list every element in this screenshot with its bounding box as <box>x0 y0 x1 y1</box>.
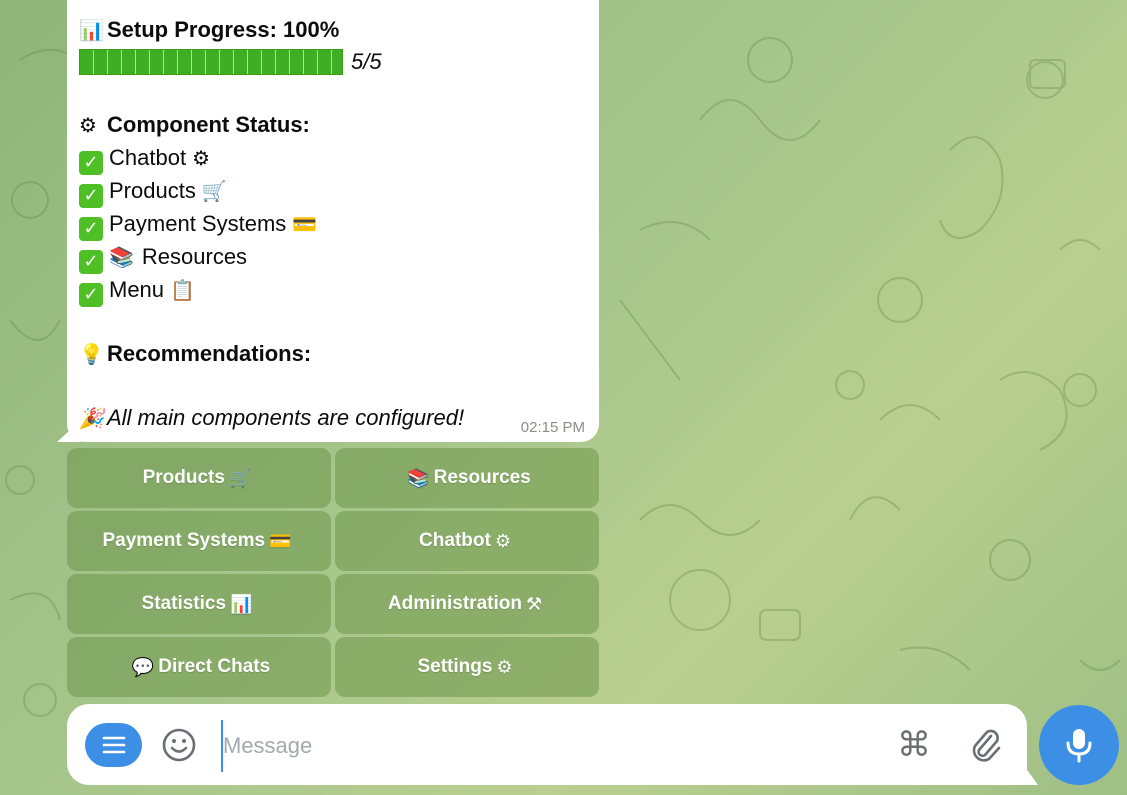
status-heading: ⚙ Component Status: <box>79 109 587 141</box>
cart-icon: 🛒 <box>201 178 227 203</box>
cart-icon: 🛒 <box>228 467 252 489</box>
bot-message-bubble: 📊 Setup Progress: 100% 5/5 ⚙ Component Sta… <box>67 0 599 442</box>
paperclip-icon[interactable] <box>967 726 1003 764</box>
progress-bar <box>79 49 343 76</box>
keyboard-button-administration[interactable]: Administration ⚒ <box>335 574 599 634</box>
component-status-list: ✓ Chatbot ⚙ ✓ Products 🛒 ✓ Payment Systems 💳 ✓ 📚 Re… <box>79 142 587 307</box>
progress-heading: 📊 Setup Progress: 100% <box>79 14 587 46</box>
final-message: 🎉 All main components are configured! <box>79 402 587 434</box>
command-icon[interactable]: ⌘ <box>895 726 933 764</box>
bar-chart-icon: 📊 <box>230 593 253 615</box>
menu-icon <box>102 736 125 754</box>
component-status-row: ✓ Products 🛒 <box>79 175 587 208</box>
keyboard-button-direct-chats[interactable]: 💬 Direct Chats <box>67 637 331 697</box>
component-label: Products <box>109 177 196 203</box>
component-status-row: ✓ 📚 Resources <box>79 241 587 274</box>
gear-icon: ⚙ <box>192 145 210 170</box>
microphone-button[interactable] <box>1039 705 1119 785</box>
keyboard-button-products[interactable]: Products 🛒 <box>67 448 331 508</box>
check-mark-icon: ✓ <box>79 150 103 175</box>
inline-keyboard: Products 🛒 📚 Resources Payment Systems 💳 Chatb… <box>67 448 599 697</box>
gear-icon: ⚙ <box>496 656 513 678</box>
recommendations-heading-text: Recommendations: <box>107 340 312 366</box>
keyboard-button-label: Products <box>142 467 225 488</box>
books-icon: 📚 <box>109 244 134 269</box>
credit-card-icon: 💳 <box>269 530 292 552</box>
component-label: Menu <box>109 276 165 302</box>
component-status-row: ✓ Payment Systems 💳 <box>79 208 587 241</box>
party-popper-icon: 🎉 <box>79 405 104 430</box>
keyboard-button-label: Payment Systems <box>102 530 266 551</box>
microphone-icon <box>1066 729 1092 763</box>
books-icon: 📚 <box>407 467 430 489</box>
progress-fraction: 5/5 <box>351 49 382 75</box>
component-label: Resources <box>141 243 248 269</box>
clipboard-icon: 📋 <box>170 277 195 302</box>
component-label: Chatbot <box>109 144 187 170</box>
gear-icon: ⚙ <box>494 530 511 552</box>
final-message-text: All main components are configured! <box>107 404 465 430</box>
gear-icon: ⚙ <box>79 113 97 138</box>
bar-chart-icon: 📊 <box>79 18 104 42</box>
message-composer: ⌘ <box>67 704 1027 785</box>
keyboard-button-label: Chatbot <box>419 530 491 551</box>
progress-row: 5/5 <box>79 46 587 77</box>
check-mark-icon: ✓ <box>79 183 103 208</box>
message-timestamp: 02:15 PM <box>520 419 585 436</box>
keyboard-button-label: Direct Chats <box>158 656 271 677</box>
credit-card-icon: 💳 <box>292 211 318 236</box>
speech-bubble-icon: 💬 <box>131 656 155 678</box>
keyboard-button-payment-systems[interactable]: Payment Systems 💳 <box>67 511 331 571</box>
keyboard-button-label: Statistics <box>141 593 227 614</box>
check-mark-icon: ✓ <box>79 249 103 274</box>
keyboard-button-label: Administration <box>387 593 522 614</box>
component-status-row: ✓ Menu 📋 <box>79 274 587 307</box>
recommendations-heading: 💡 Recommendations: <box>79 338 587 370</box>
progress-title: Setup Progress: 100% <box>107 17 340 42</box>
progress-bar-fill <box>80 50 342 75</box>
keyboard-button-settings[interactable]: Settings ⚙ <box>335 637 599 697</box>
message-input[interactable] <box>221 720 865 772</box>
check-mark-icon: ✓ <box>79 216 103 241</box>
component-label: Payment Systems <box>109 210 287 236</box>
bot-menu-button[interactable] <box>85 723 142 767</box>
keyboard-button-resources[interactable]: 📚 Resources <box>335 448 599 508</box>
keyboard-button-label: Resources <box>433 467 531 488</box>
light-bulb-icon: 💡 <box>79 341 104 366</box>
component-status-row: ✓ Chatbot ⚙ <box>79 142 587 175</box>
check-mark-icon: ✓ <box>79 282 103 307</box>
tools-icon: ⚒ <box>525 593 543 615</box>
keyboard-button-chatbot[interactable]: Chatbot ⚙ <box>335 511 599 571</box>
status-heading-text: Component Status: <box>107 112 310 138</box>
smiley-icon[interactable] <box>161 727 197 763</box>
keyboard-button-statistics[interactable]: Statistics 📊 <box>67 574 331 634</box>
keyboard-button-label: Settings <box>417 656 493 677</box>
